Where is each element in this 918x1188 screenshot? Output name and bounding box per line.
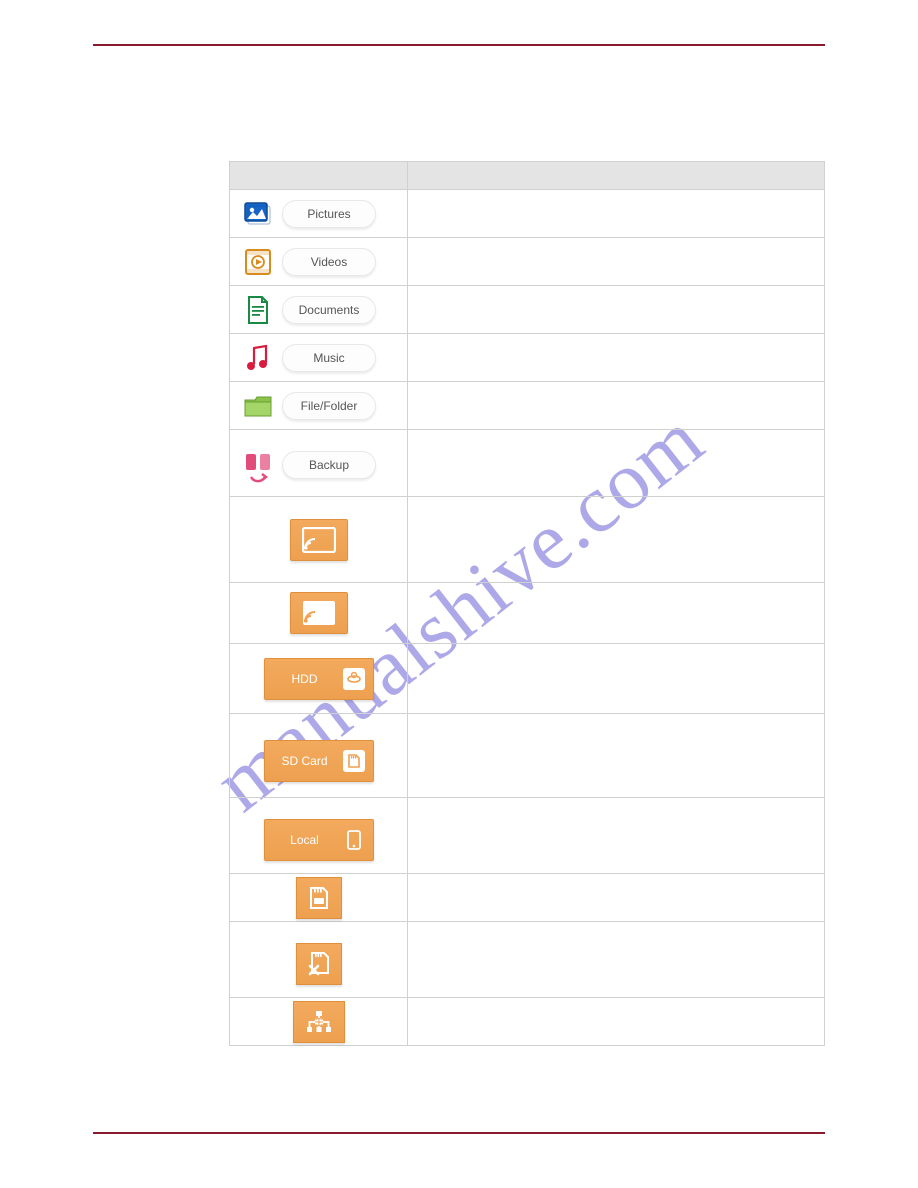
row-hdd: HDD	[230, 644, 825, 714]
sdcard-icon	[343, 750, 365, 772]
row-cast-active	[230, 583, 825, 644]
backup-label: Backup	[309, 458, 349, 472]
documents-label: Documents	[299, 303, 360, 317]
desc-internet	[408, 998, 825, 1046]
backup-icon	[242, 451, 274, 483]
row-documents: Documents	[230, 286, 825, 334]
desc-cast-active	[408, 583, 825, 644]
sd-delete-icon	[307, 950, 331, 978]
desc-hdd	[408, 644, 825, 714]
documents-icon	[242, 294, 274, 326]
hdd-button[interactable]: HDD	[264, 658, 374, 700]
internet-icon	[305, 1009, 333, 1035]
sd-save-button[interactable]	[296, 877, 342, 919]
row-music: Music	[230, 334, 825, 382]
desc-pictures	[408, 190, 825, 238]
internet-button[interactable]	[293, 1001, 345, 1043]
desc-sd-save	[408, 874, 825, 922]
row-pictures: Pictures	[230, 190, 825, 238]
cast-active-icon	[302, 600, 336, 626]
cast-on-button[interactable]	[290, 519, 348, 561]
music-button[interactable]: Music	[282, 344, 376, 372]
desc-cast-on	[408, 497, 825, 583]
row-backup: Backup	[230, 430, 825, 497]
row-cast-on	[230, 497, 825, 583]
music-icon	[242, 342, 274, 374]
icon-description-table: Pictures Videos	[229, 161, 825, 1046]
desc-local	[408, 798, 825, 874]
cast-active-button[interactable]	[290, 592, 348, 634]
row-filefolder: File/Folder	[230, 382, 825, 430]
hdd-icon	[343, 668, 365, 690]
row-sdcard: SD Card	[230, 714, 825, 798]
local-label: Local	[273, 833, 337, 847]
desc-documents	[408, 286, 825, 334]
row-internet	[230, 998, 825, 1046]
pictures-label: Pictures	[307, 207, 350, 221]
desc-backup	[408, 430, 825, 497]
phone-icon	[343, 829, 365, 851]
videos-icon	[242, 246, 274, 278]
sdcard-button[interactable]: SD Card	[264, 740, 374, 782]
filefolder-button[interactable]: File/Folder	[282, 392, 376, 420]
desc-sdcard	[408, 714, 825, 798]
header-icon-col	[230, 162, 408, 190]
pictures-icon	[242, 198, 274, 230]
manual-page: manualshive.com Pictures	[93, 44, 825, 1134]
desc-sd-delete	[408, 922, 825, 998]
local-button[interactable]: Local	[264, 819, 374, 861]
folder-icon	[242, 390, 274, 422]
desc-videos	[408, 238, 825, 286]
table-header-row	[230, 162, 825, 190]
videos-label: Videos	[311, 255, 347, 269]
sd-save-icon	[308, 885, 330, 911]
music-label: Music	[313, 351, 344, 365]
documents-button[interactable]: Documents	[282, 296, 376, 324]
pictures-button[interactable]: Pictures	[282, 200, 376, 228]
hdd-label: HDD	[273, 672, 337, 686]
row-sd-delete	[230, 922, 825, 998]
desc-music	[408, 334, 825, 382]
filefolder-label: File/Folder	[301, 399, 358, 413]
backup-button[interactable]: Backup	[282, 451, 376, 479]
header-desc-col	[408, 162, 825, 190]
sdcard-label: SD Card	[273, 754, 337, 768]
desc-filefolder	[408, 382, 825, 430]
row-sd-save	[230, 874, 825, 922]
cast-on-icon	[302, 527, 336, 553]
row-local: Local	[230, 798, 825, 874]
videos-button[interactable]: Videos	[282, 248, 376, 276]
row-videos: Videos	[230, 238, 825, 286]
sd-delete-button[interactable]	[296, 943, 342, 985]
